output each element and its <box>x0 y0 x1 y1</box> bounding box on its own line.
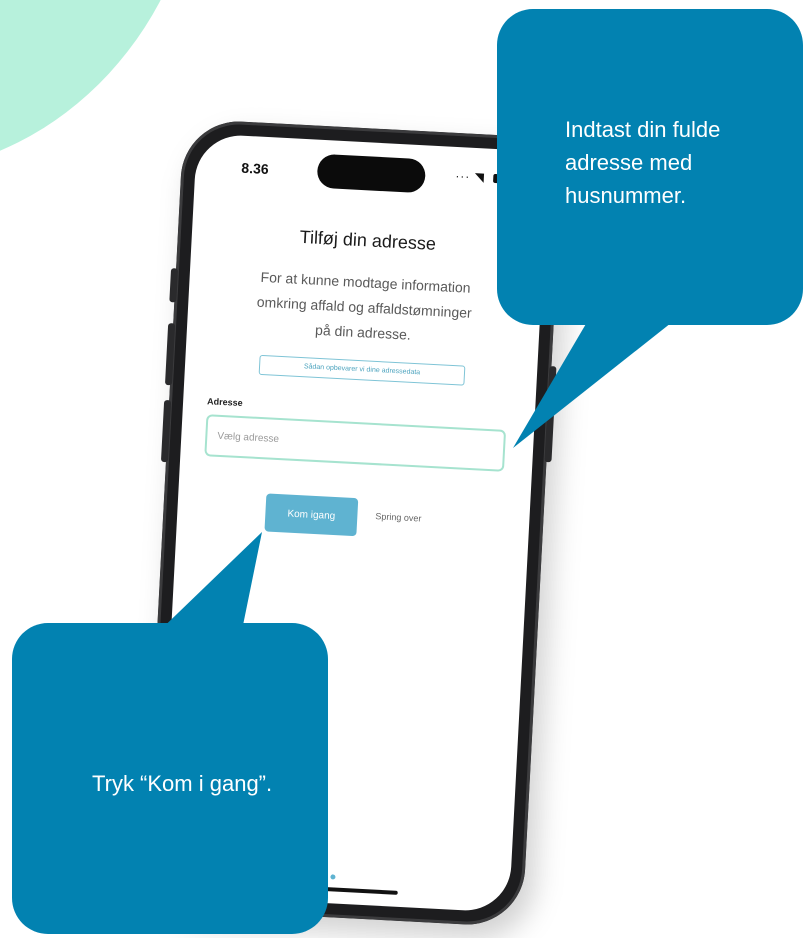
address-label: Adresse <box>206 396 243 409</box>
address-input[interactable] <box>204 414 507 472</box>
page-description: For at kunne modtage information omkring… <box>256 268 473 343</box>
wifi-icon: ··· ◥ <box>455 168 486 185</box>
status-time: 8.36 <box>241 159 270 178</box>
canvas: 8.36 ··· ◥ Tilføj din adresse For at kun… <box>0 0 807 938</box>
callout-press-start: Tryk “Kom i gang”. <box>12 623 328 934</box>
get-started-button[interactable]: Kom igang <box>264 493 359 537</box>
skip-link[interactable]: Spring over <box>375 511 421 523</box>
callout-press-start-text: Tryk “Kom i gang”. <box>92 771 273 796</box>
callout-enter-address-text: Indtast din fulde adresse med husnummer. <box>565 117 721 208</box>
callout-enter-address: Indtast din fulde adresse med husnummer. <box>497 9 803 325</box>
privacy-info-link[interactable]: Sådan opbevarer vi dine adressedata <box>258 354 466 386</box>
page-indicator-dot <box>330 874 336 880</box>
page-title: Tilføj din adresse <box>299 226 437 254</box>
dynamic-island <box>316 153 427 194</box>
